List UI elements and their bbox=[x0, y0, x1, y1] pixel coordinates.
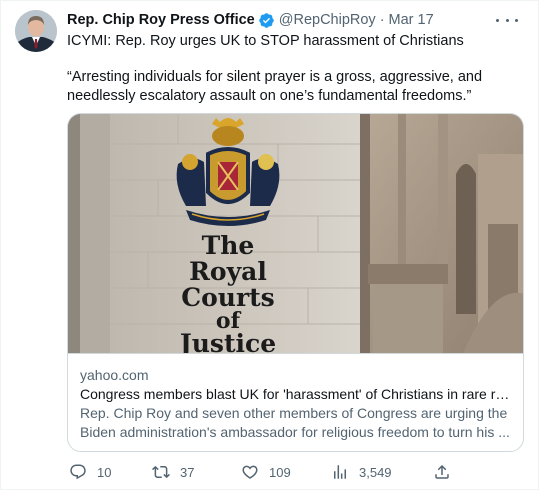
views-chart-icon bbox=[334, 465, 346, 479]
tweet-text-line: ICYMI: Rep. Roy urges UK to STOP harassm… bbox=[67, 33, 464, 49]
card-title: Congress members blast UK for 'harassmen… bbox=[80, 386, 513, 402]
retweet-button[interactable]: 37 bbox=[152, 460, 194, 484]
avatar-portrait-icon bbox=[15, 10, 57, 52]
card-description: Rep. Chip Roy and seven other members of… bbox=[80, 405, 510, 440]
retweet-count: 37 bbox=[180, 464, 195, 480]
author-handle[interactable]: @RepChipRoy bbox=[279, 12, 376, 28]
tweet-timestamp[interactable]: Mar 17 bbox=[389, 12, 434, 28]
tweet-actions: 10 37 109 3,549 bbox=[63, 460, 463, 484]
link-preview-card[interactable]: The Royal Courts of Justice yahoo.com Co… bbox=[67, 113, 524, 452]
image-text-the: The bbox=[202, 231, 255, 260]
share-button[interactable] bbox=[433, 460, 451, 484]
reply-button[interactable]: 10 bbox=[69, 460, 111, 484]
card-domain: yahoo.com bbox=[80, 367, 149, 383]
tweet-container[interactable]: Rep. Chip Roy Press Office @RepChipRoy ·… bbox=[0, 0, 539, 490]
image-text-royal: Royal bbox=[189, 257, 267, 286]
author-name[interactable]: Rep. Chip Roy Press Office bbox=[67, 12, 255, 28]
tweet-quote-text: “Arresting individuals for silent prayer… bbox=[67, 69, 483, 104]
like-button[interactable]: 109 bbox=[241, 460, 291, 484]
separator-dot: · bbox=[379, 12, 385, 28]
card-meta: yahoo.com Congress members blast UK for … bbox=[68, 353, 523, 451]
tweet-header: Rep. Chip Roy Press Office @RepChipRoy ·… bbox=[67, 10, 518, 30]
reply-count: 10 bbox=[97, 464, 112, 480]
retweet-icon bbox=[152, 465, 170, 479]
reply-icon bbox=[70, 464, 86, 480]
views-count: 3,549 bbox=[359, 464, 392, 480]
like-count: 109 bbox=[269, 464, 291, 480]
image-text-justice: Justice bbox=[178, 329, 276, 353]
heart-icon bbox=[242, 465, 258, 479]
royal-courts-of-justice-image: The Royal Courts of Justice bbox=[68, 114, 523, 353]
share-icon bbox=[435, 464, 449, 479]
views-button[interactable]: 3,549 bbox=[331, 460, 392, 484]
verified-badge-icon bbox=[258, 12, 274, 28]
more-options-icon[interactable] bbox=[496, 12, 518, 28]
avatar[interactable] bbox=[15, 10, 57, 52]
